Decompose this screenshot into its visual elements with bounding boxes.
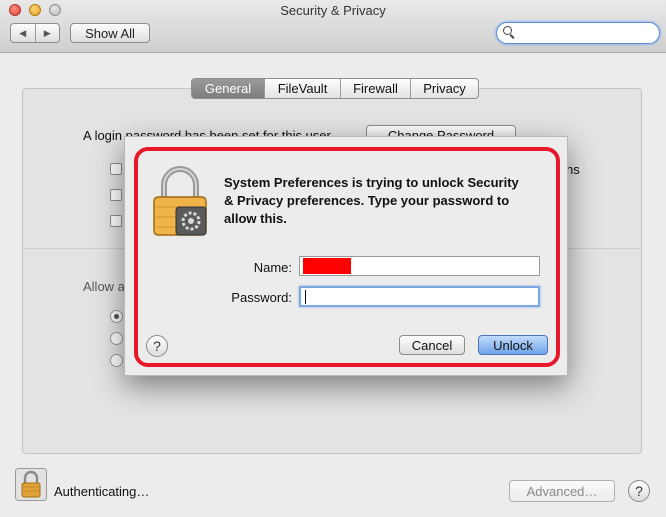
advanced-button[interactable]: Advanced… <box>509 480 615 502</box>
radio-option-1[interactable] <box>110 310 123 323</box>
checkbox-option-2[interactable] <box>110 189 122 201</box>
password-label: Password: <box>231 290 292 305</box>
name-label: Name: <box>253 260 292 275</box>
tab-bar: General FileVault Firewall Privacy <box>191 78 479 99</box>
show-all-button[interactable]: Show All <box>70 23 150 43</box>
radio-option-2[interactable] <box>110 332 123 345</box>
forward-button[interactable]: ▶ <box>34 24 60 42</box>
allow-apps-label: Allow a <box>83 279 125 294</box>
unlock-button[interactable]: Unlock <box>478 335 548 355</box>
window-title: Security & Privacy <box>280 3 386 18</box>
tab-firewall[interactable]: Firewall <box>340 79 410 98</box>
help-button[interactable]: ? <box>628 480 650 502</box>
dialog-help-button[interactable]: ? <box>146 335 168 357</box>
chevron-left-icon: ◀ <box>19 27 27 38</box>
back-forward-control: ◀ ▶ <box>10 23 60 43</box>
checkbox-option-3[interactable] <box>110 215 122 227</box>
text-cursor <box>305 290 306 304</box>
lock-icon[interactable] <box>15 468 47 501</box>
padlock-icon <box>153 166 207 236</box>
cancel-button[interactable]: Cancel <box>399 335 465 355</box>
tab-privacy[interactable]: Privacy <box>410 79 478 98</box>
search-icon <box>503 26 512 35</box>
search-input[interactable] <box>496 22 660 44</box>
authenticating-status: Authenticating… <box>54 484 150 499</box>
checkbox-option-text: ns <box>566 162 580 177</box>
dialog-message: System Preferences is trying to unlock S… <box>224 175 519 226</box>
back-button[interactable]: ◀ <box>11 24 35 42</box>
radio-option-3[interactable] <box>110 354 123 367</box>
chevron-right-icon: ▶ <box>43 27 51 38</box>
title-bar: Security & Privacy ◀ ▶ Show All <box>0 0 666 53</box>
tab-general[interactable]: General <box>192 79 264 98</box>
checkbox-option-1[interactable] <box>110 163 122 175</box>
tab-filevault[interactable]: FileVault <box>264 79 340 98</box>
redacted-name <box>303 258 351 274</box>
password-field[interactable] <box>299 286 540 307</box>
